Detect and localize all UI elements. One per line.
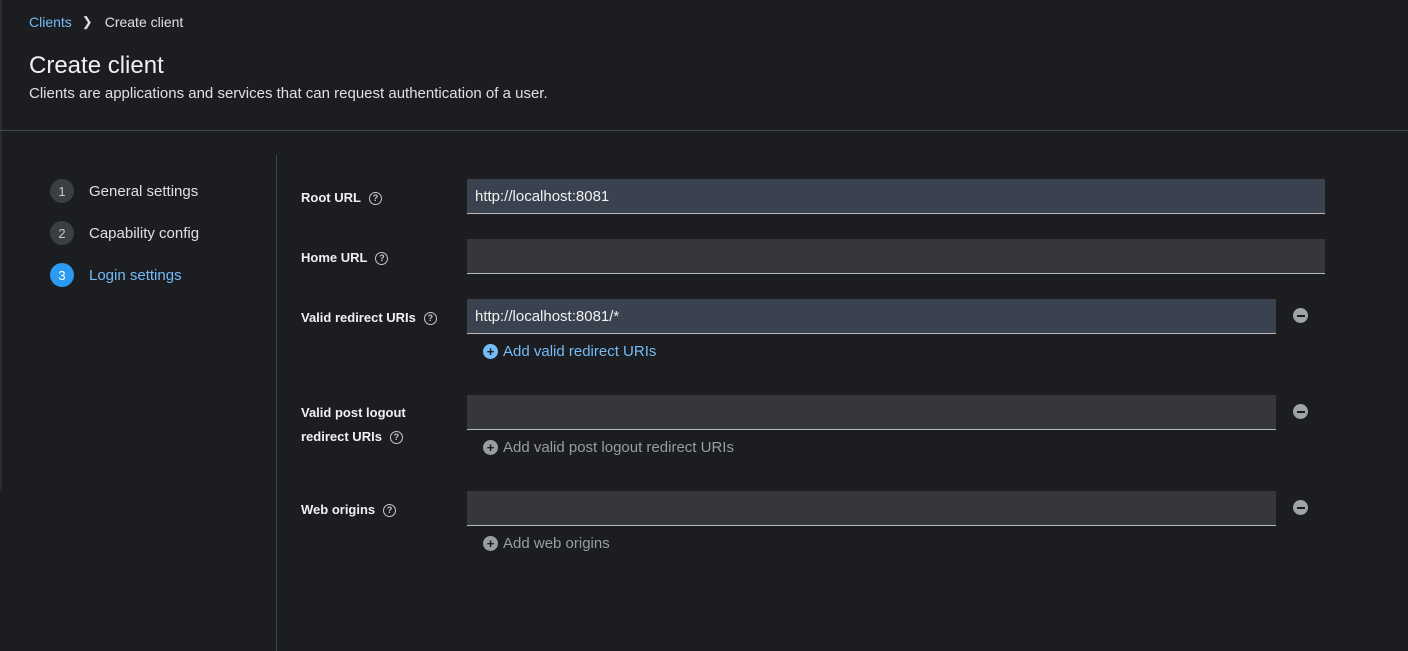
- remove-redirect-uri-button[interactable]: [1293, 308, 1308, 323]
- post-logout-redirect-input[interactable]: [467, 395, 1276, 430]
- valid-redirect-label-group: Valid redirect URIs ?: [301, 306, 437, 330]
- page-description: Clients are applications and services th…: [29, 85, 548, 102]
- add-redirect-uri-label: Add valid redirect URIs: [503, 343, 657, 360]
- plus-circle-icon: +: [483, 344, 498, 359]
- post-logout-label-group: Valid post logout redirect URIs ?: [301, 401, 406, 449]
- add-redirect-uri-button[interactable]: + Add valid redirect URIs: [483, 343, 656, 360]
- post-logout-label-line2: redirect URIs ?: [301, 425, 403, 449]
- add-post-logout-uri-button[interactable]: + Add valid post logout redirect URIs: [483, 439, 734, 456]
- page-header: Clients ❯ Create client Create client Cl…: [0, 0, 1408, 130]
- wizard-step-general-settings[interactable]: 1 General settings: [50, 178, 199, 204]
- home-url-label-text: Home URL: [301, 250, 368, 265]
- wizard-step-capability-config[interactable]: 2 Capability config: [50, 220, 199, 246]
- breadcrumb-clients-link[interactable]: Clients: [29, 14, 72, 30]
- step-number: 2: [50, 221, 74, 245]
- help-icon[interactable]: ?: [368, 191, 382, 205]
- breadcrumb-current: Create client: [104, 14, 184, 30]
- help-icon[interactable]: ?: [389, 430, 403, 444]
- step-label: General settings: [89, 182, 199, 200]
- help-icon[interactable]: ?: [375, 251, 389, 265]
- add-web-origin-label: Add web origins: [503, 535, 610, 552]
- root-url-label-text: Root URL: [301, 190, 361, 205]
- breadcrumb: Clients ❯ Create client: [29, 14, 183, 30]
- web-origins-label-group: Web origins ?: [301, 498, 397, 522]
- home-url-label: Home URL ?: [301, 246, 389, 270]
- root-url-label-group: Root URL ?: [301, 186, 382, 210]
- post-logout-label-line1: Valid post logout: [301, 405, 406, 420]
- help-icon[interactable]: ?: [383, 503, 397, 517]
- remove-post-logout-uri-button[interactable]: [1293, 404, 1308, 419]
- chevron-right-icon: ❯: [81, 14, 93, 29]
- header-divider: [0, 130, 1408, 131]
- help-icon[interactable]: ?: [423, 311, 437, 325]
- valid-redirect-label: Valid redirect URIs ?: [301, 306, 437, 330]
- step-label: Login settings: [89, 266, 182, 284]
- plus-circle-icon: +: [483, 440, 498, 455]
- root-url-label: Root URL ?: [301, 186, 382, 210]
- left-edge-border: [0, 131, 2, 491]
- add-web-origin-button[interactable]: + Add web origins: [483, 535, 610, 552]
- add-post-logout-uri-label: Add valid post logout redirect URIs: [503, 439, 734, 456]
- valid-redirect-label-text: Valid redirect URIs: [301, 310, 416, 325]
- wizard-step-login-settings[interactable]: 3 Login settings: [50, 262, 199, 288]
- web-origins-label-text: Web origins: [301, 502, 376, 517]
- step-number: 1: [50, 179, 74, 203]
- post-logout-label-text: redirect URIs: [301, 429, 382, 444]
- plus-circle-icon: +: [483, 536, 498, 551]
- valid-redirect-input[interactable]: [467, 299, 1276, 334]
- step-number: 3: [50, 263, 74, 287]
- wizard-divider: [276, 155, 277, 651]
- root-url-input[interactable]: [467, 179, 1325, 214]
- step-label: Capability config: [89, 224, 200, 242]
- wizard-nav: 1 General settings 2 Capability config 3…: [50, 178, 199, 304]
- home-url-label-group: Home URL ?: [301, 246, 389, 270]
- page-title: Create client: [29, 52, 164, 79]
- web-origins-input[interactable]: [467, 491, 1276, 526]
- remove-web-origin-button[interactable]: [1293, 500, 1308, 515]
- home-url-input[interactable]: [467, 239, 1325, 274]
- web-origins-label: Web origins ?: [301, 498, 397, 522]
